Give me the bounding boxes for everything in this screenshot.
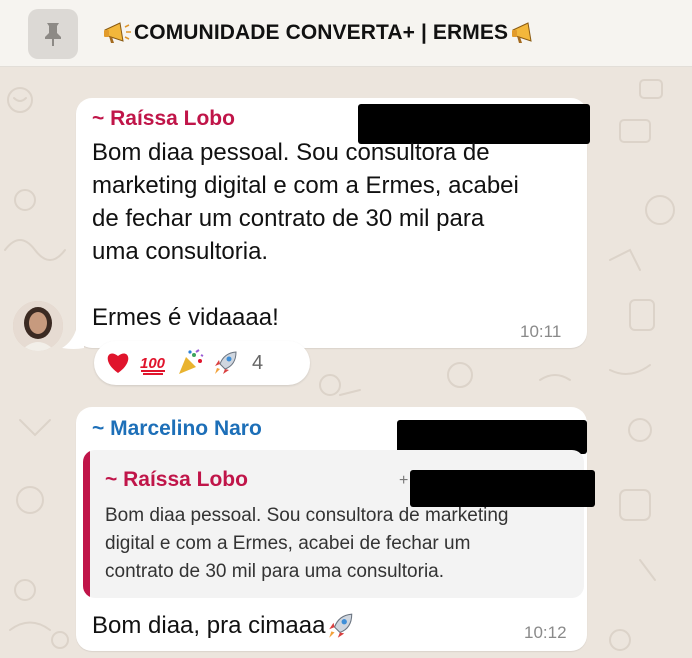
redacted-phone [397, 420, 587, 454]
message-line: uma consultoria. [92, 238, 269, 265]
message-line [92, 268, 582, 301]
message-sender[interactable]: ~ Marcelino Naro [92, 417, 262, 441]
pin-icon [45, 23, 61, 46]
quoted-line: contrato de 30 mil para uma consultoria. [105, 561, 445, 582]
hundred-points-icon[interactable]: 100 [140, 349, 168, 377]
quoted-line: digital e com a Ermes, acabei de fechar … [105, 533, 471, 554]
reactions-bar[interactable]: 100 4 [94, 341, 310, 385]
pinned-title: COMUNIDADE CONVERTA+ | ERMES [134, 21, 509, 44]
message-time: 10:11 [520, 322, 562, 341]
pinned-title-row: COMUNIDADE CONVERTA+ | ERMES [102, 19, 540, 47]
rocket-icon[interactable] [212, 349, 240, 377]
rocket-icon [329, 613, 353, 638]
message-line: marketing digital e com a Ermes, acabei [92, 172, 519, 199]
message-line: Bom diaa pessoal. Sou consultora de [92, 139, 490, 166]
megaphone-icon [104, 22, 131, 43]
message-text: Bom diaa pessoal. Sou consultora de mark… [92, 136, 582, 334]
megaphone-icon [512, 22, 532, 43]
quoted-text: Bom diaa pessoal. Sou consultora de mark… [105, 502, 575, 586]
message-sender[interactable]: ~ Raíssa Lobo [92, 107, 235, 131]
quoted-phone-prefix: + [399, 472, 409, 489]
svg-text:100: 100 [140, 355, 166, 372]
red-heart-icon[interactable] [104, 349, 132, 377]
party-popper-icon[interactable] [176, 349, 204, 377]
pin-button[interactable] [28, 9, 78, 59]
message-time: 10:12 [524, 623, 567, 642]
message-bubble[interactable]: ~ Raíssa Lobo Bom diaa pessoal. Sou cons… [76, 98, 590, 348]
message-text: Bom diaa, pra cimaaa [92, 609, 356, 642]
message-text-content: Bom diaa, pra cimaaa [92, 612, 326, 639]
redacted-phone [410, 470, 595, 507]
message-line: Ermes é vidaaaa! [92, 304, 279, 331]
message-line: de fechar um contrato de 30 mil para [92, 205, 485, 232]
pinned-message-bar[interactable]: COMUNIDADE CONVERTA+ | ERMES [0, 0, 692, 67]
quote-accent-bar [83, 450, 90, 598]
avatar-photo [13, 301, 63, 351]
quoted-sender: ~ Raíssa Lobo [105, 468, 248, 491]
reaction-count: 4 [252, 351, 264, 374]
bubble-tail [62, 330, 84, 349]
avatar[interactable] [13, 301, 63, 351]
